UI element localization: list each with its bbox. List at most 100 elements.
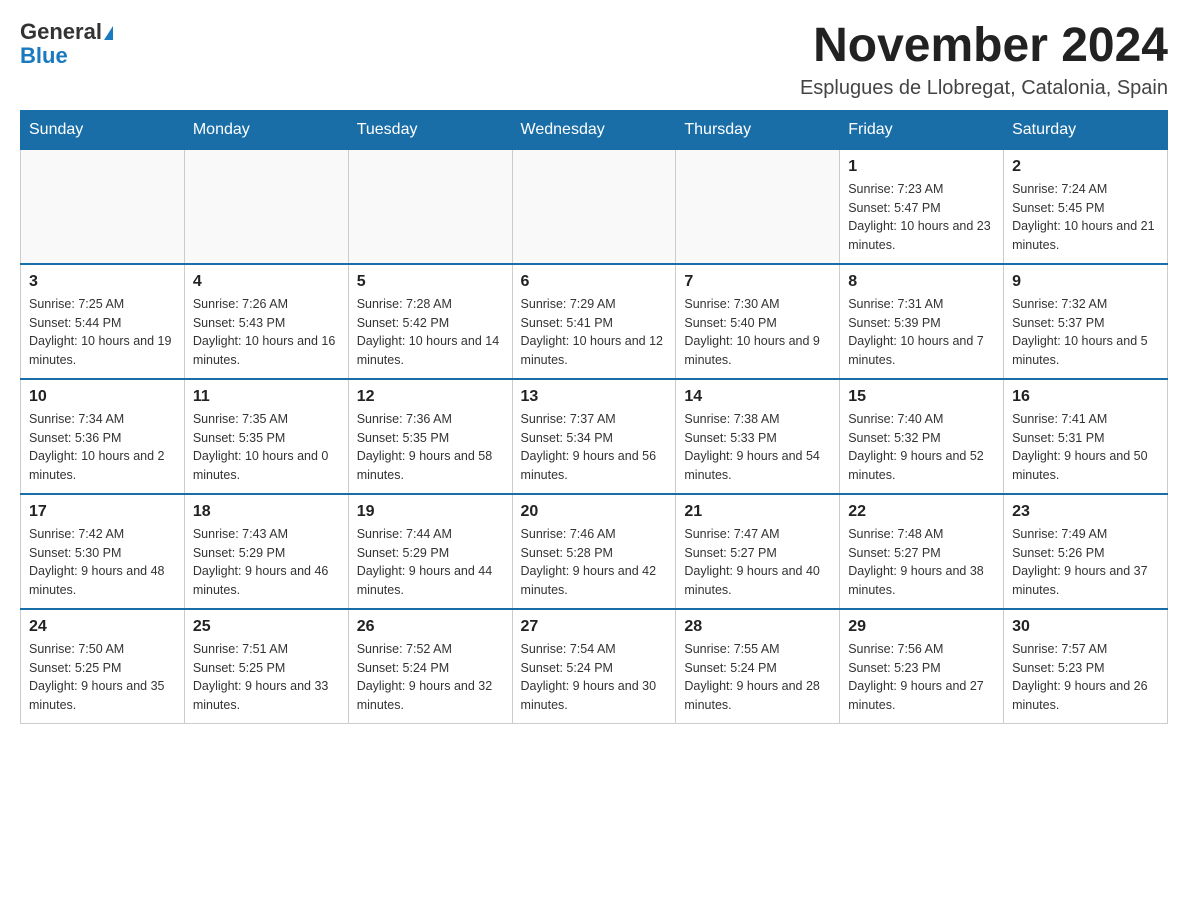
location-subtitle: Esplugues de Llobregat, Catalonia, Spain bbox=[800, 77, 1168, 100]
logo-blue-text: Blue bbox=[20, 43, 68, 68]
calendar-header-saturday: Saturday bbox=[1004, 110, 1168, 149]
day-number: 16 bbox=[1012, 388, 1159, 406]
calendar-day: 18 Sunrise: 7:43 AMSunset: 5:29 PMDayligh… bbox=[184, 494, 348, 609]
calendar-day bbox=[676, 149, 840, 264]
calendar-day: 19 Sunrise: 7:44 AMSunset: 5:29 PMDayligh… bbox=[348, 494, 512, 609]
day-number: 6 bbox=[521, 273, 668, 291]
calendar-day: 8 Sunrise: 7:31 AMSunset: 5:39 PMDaylight… bbox=[840, 264, 1004, 379]
day-number: 20 bbox=[521, 503, 668, 521]
day-info: Sunrise: 7:28 AMSunset: 5:42 PMDaylight:… bbox=[357, 295, 504, 370]
calendar-day: 5 Sunrise: 7:28 AMSunset: 5:42 PMDaylight… bbox=[348, 264, 512, 379]
day-number: 15 bbox=[848, 388, 995, 406]
day-number: 23 bbox=[1012, 503, 1159, 521]
calendar-day: 30Sunrise: 7:57 AMSunset: 5:23 PMDayligh… bbox=[1004, 609, 1168, 724]
calendar-header-sunday: Sunday bbox=[21, 110, 185, 149]
logo-triangle-icon bbox=[104, 26, 113, 40]
day-number: 12 bbox=[357, 388, 504, 406]
calendar-day: 14 Sunrise: 7:38 AMSunset: 5:33 PMDayligh… bbox=[676, 379, 840, 494]
day-info: Sunrise: 7:48 AMSunset: 5:27 PMDaylight:… bbox=[848, 525, 995, 600]
calendar-week-1: 1Sunrise: 7:23 AMSunset: 5:47 PMDaylight… bbox=[21, 149, 1168, 264]
day-info: Sunrise: 7:50 AMSunset: 5:25 PMDaylight:… bbox=[29, 640, 176, 715]
calendar-header-thursday: Thursday bbox=[676, 110, 840, 149]
day-info: Sunrise: 7:30 AMSunset: 5:40 PMDaylight:… bbox=[684, 295, 831, 370]
day-info: Sunrise: 7:34 AMSunset: 5:36 PMDaylight:… bbox=[29, 410, 176, 485]
calendar-header-row: SundayMondayTuesdayWednesdayThursdayFrid… bbox=[21, 110, 1168, 149]
day-info: Sunrise: 7:43 AMSunset: 5:29 PMDaylight:… bbox=[193, 525, 340, 600]
day-info: Sunrise: 7:46 AMSunset: 5:28 PMDaylight:… bbox=[521, 525, 668, 600]
calendar-week-5: 24 Sunrise: 7:50 AMSunset: 5:25 PMDayligh… bbox=[21, 609, 1168, 724]
day-info: Sunrise: 7:55 AMSunset: 5:24 PMDaylight:… bbox=[684, 640, 831, 715]
calendar-day: 17Sunrise: 7:42 AMSunset: 5:30 PMDayligh… bbox=[21, 494, 185, 609]
page-header: General Blue November 2024 Esplugues de … bbox=[20, 20, 1168, 100]
calendar-table: SundayMondayTuesdayWednesdayThursdayFrid… bbox=[20, 110, 1168, 724]
day-info: Sunrise: 7:38 AMSunset: 5:33 PMDaylight:… bbox=[684, 410, 831, 485]
day-info: Sunrise: 7:51 AMSunset: 5:25 PMDaylight:… bbox=[193, 640, 340, 715]
calendar-week-4: 17Sunrise: 7:42 AMSunset: 5:30 PMDayligh… bbox=[21, 494, 1168, 609]
calendar-week-3: 10 Sunrise: 7:34 AMSunset: 5:36 PMDayligh… bbox=[21, 379, 1168, 494]
day-number: 5 bbox=[357, 273, 504, 291]
day-info: Sunrise: 7:37 AMSunset: 5:34 PMDaylight:… bbox=[521, 410, 668, 485]
calendar-day: 21 Sunrise: 7:47 AMSunset: 5:27 PMDayligh… bbox=[676, 494, 840, 609]
day-info: Sunrise: 7:26 AMSunset: 5:43 PMDaylight:… bbox=[193, 295, 340, 370]
calendar-day: 12Sunrise: 7:36 AMSunset: 5:35 PMDayligh… bbox=[348, 379, 512, 494]
calendar-day: 15 Sunrise: 7:40 AMSunset: 5:32 PMDayligh… bbox=[840, 379, 1004, 494]
calendar-day: 6 Sunrise: 7:29 AMSunset: 5:41 PMDaylight… bbox=[512, 264, 676, 379]
day-number: 29 bbox=[848, 618, 995, 636]
day-info: Sunrise: 7:54 AMSunset: 5:24 PMDaylight:… bbox=[521, 640, 668, 715]
day-number: 17 bbox=[29, 503, 176, 521]
day-info: Sunrise: 7:57 AMSunset: 5:23 PMDaylight:… bbox=[1012, 640, 1159, 715]
logo: General Blue bbox=[20, 20, 113, 68]
title-section: November 2024 Esplugues de Llobregat, Ca… bbox=[800, 20, 1168, 100]
calendar-day: 7 Sunrise: 7:30 AMSunset: 5:40 PMDaylight… bbox=[676, 264, 840, 379]
calendar-day: 10 Sunrise: 7:34 AMSunset: 5:36 PMDayligh… bbox=[21, 379, 185, 494]
calendar-day: 23 Sunrise: 7:49 AMSunset: 5:26 PMDayligh… bbox=[1004, 494, 1168, 609]
day-number: 13 bbox=[521, 388, 668, 406]
day-number: 21 bbox=[684, 503, 831, 521]
calendar-day: 16 Sunrise: 7:41 AMSunset: 5:31 PMDayligh… bbox=[1004, 379, 1168, 494]
calendar-day bbox=[184, 149, 348, 264]
calendar-header-friday: Friday bbox=[840, 110, 1004, 149]
day-info: Sunrise: 7:47 AMSunset: 5:27 PMDaylight:… bbox=[684, 525, 831, 600]
day-number: 24 bbox=[29, 618, 176, 636]
day-number: 19 bbox=[357, 503, 504, 521]
day-number: 8 bbox=[848, 273, 995, 291]
calendar-day bbox=[21, 149, 185, 264]
day-number: 10 bbox=[29, 388, 176, 406]
day-number: 4 bbox=[193, 273, 340, 291]
calendar-day: 3 Sunrise: 7:25 AMSunset: 5:44 PMDaylight… bbox=[21, 264, 185, 379]
day-info: Sunrise: 7:44 AMSunset: 5:29 PMDaylight:… bbox=[357, 525, 504, 600]
calendar-day bbox=[348, 149, 512, 264]
calendar-header-wednesday: Wednesday bbox=[512, 110, 676, 149]
day-info: Sunrise: 7:49 AMSunset: 5:26 PMDaylight:… bbox=[1012, 525, 1159, 600]
calendar-day: 25 Sunrise: 7:51 AMSunset: 5:25 PMDayligh… bbox=[184, 609, 348, 724]
day-number: 7 bbox=[684, 273, 831, 291]
calendar-day: 9 Sunrise: 7:32 AMSunset: 5:37 PMDaylight… bbox=[1004, 264, 1168, 379]
day-info: Sunrise: 7:40 AMSunset: 5:32 PMDaylight:… bbox=[848, 410, 995, 485]
day-number: 1 bbox=[848, 158, 995, 176]
day-number: 9 bbox=[1012, 273, 1159, 291]
calendar-header-monday: Monday bbox=[184, 110, 348, 149]
day-number: 2 bbox=[1012, 158, 1159, 176]
day-info: Sunrise: 7:56 AMSunset: 5:23 PMDaylight:… bbox=[848, 640, 995, 715]
calendar-day: 13 Sunrise: 7:37 AMSunset: 5:34 PMDayligh… bbox=[512, 379, 676, 494]
day-number: 25 bbox=[193, 618, 340, 636]
day-info: Sunrise: 7:24 AMSunset: 5:45 PMDaylight:… bbox=[1012, 180, 1159, 255]
calendar-day bbox=[512, 149, 676, 264]
day-number: 28 bbox=[684, 618, 831, 636]
logo-text: General Blue bbox=[20, 20, 113, 68]
day-number: 18 bbox=[193, 503, 340, 521]
day-number: 14 bbox=[684, 388, 831, 406]
day-info: Sunrise: 7:41 AMSunset: 5:31 PMDaylight:… bbox=[1012, 410, 1159, 485]
calendar-day: 1Sunrise: 7:23 AMSunset: 5:47 PMDaylight… bbox=[840, 149, 1004, 264]
day-info: Sunrise: 7:32 AMSunset: 5:37 PMDaylight:… bbox=[1012, 295, 1159, 370]
calendar-day: 28 Sunrise: 7:55 AMSunset: 5:24 PMDayligh… bbox=[676, 609, 840, 724]
calendar-day: 4 Sunrise: 7:26 AMSunset: 5:43 PMDaylight… bbox=[184, 264, 348, 379]
day-info: Sunrise: 7:31 AMSunset: 5:39 PMDaylight:… bbox=[848, 295, 995, 370]
day-number: 27 bbox=[521, 618, 668, 636]
day-info: Sunrise: 7:29 AMSunset: 5:41 PMDaylight:… bbox=[521, 295, 668, 370]
calendar-week-2: 3 Sunrise: 7:25 AMSunset: 5:44 PMDaylight… bbox=[21, 264, 1168, 379]
day-number: 3 bbox=[29, 273, 176, 291]
day-number: 26 bbox=[357, 618, 504, 636]
day-number: 22 bbox=[848, 503, 995, 521]
day-info: Sunrise: 7:25 AMSunset: 5:44 PMDaylight:… bbox=[29, 295, 176, 370]
